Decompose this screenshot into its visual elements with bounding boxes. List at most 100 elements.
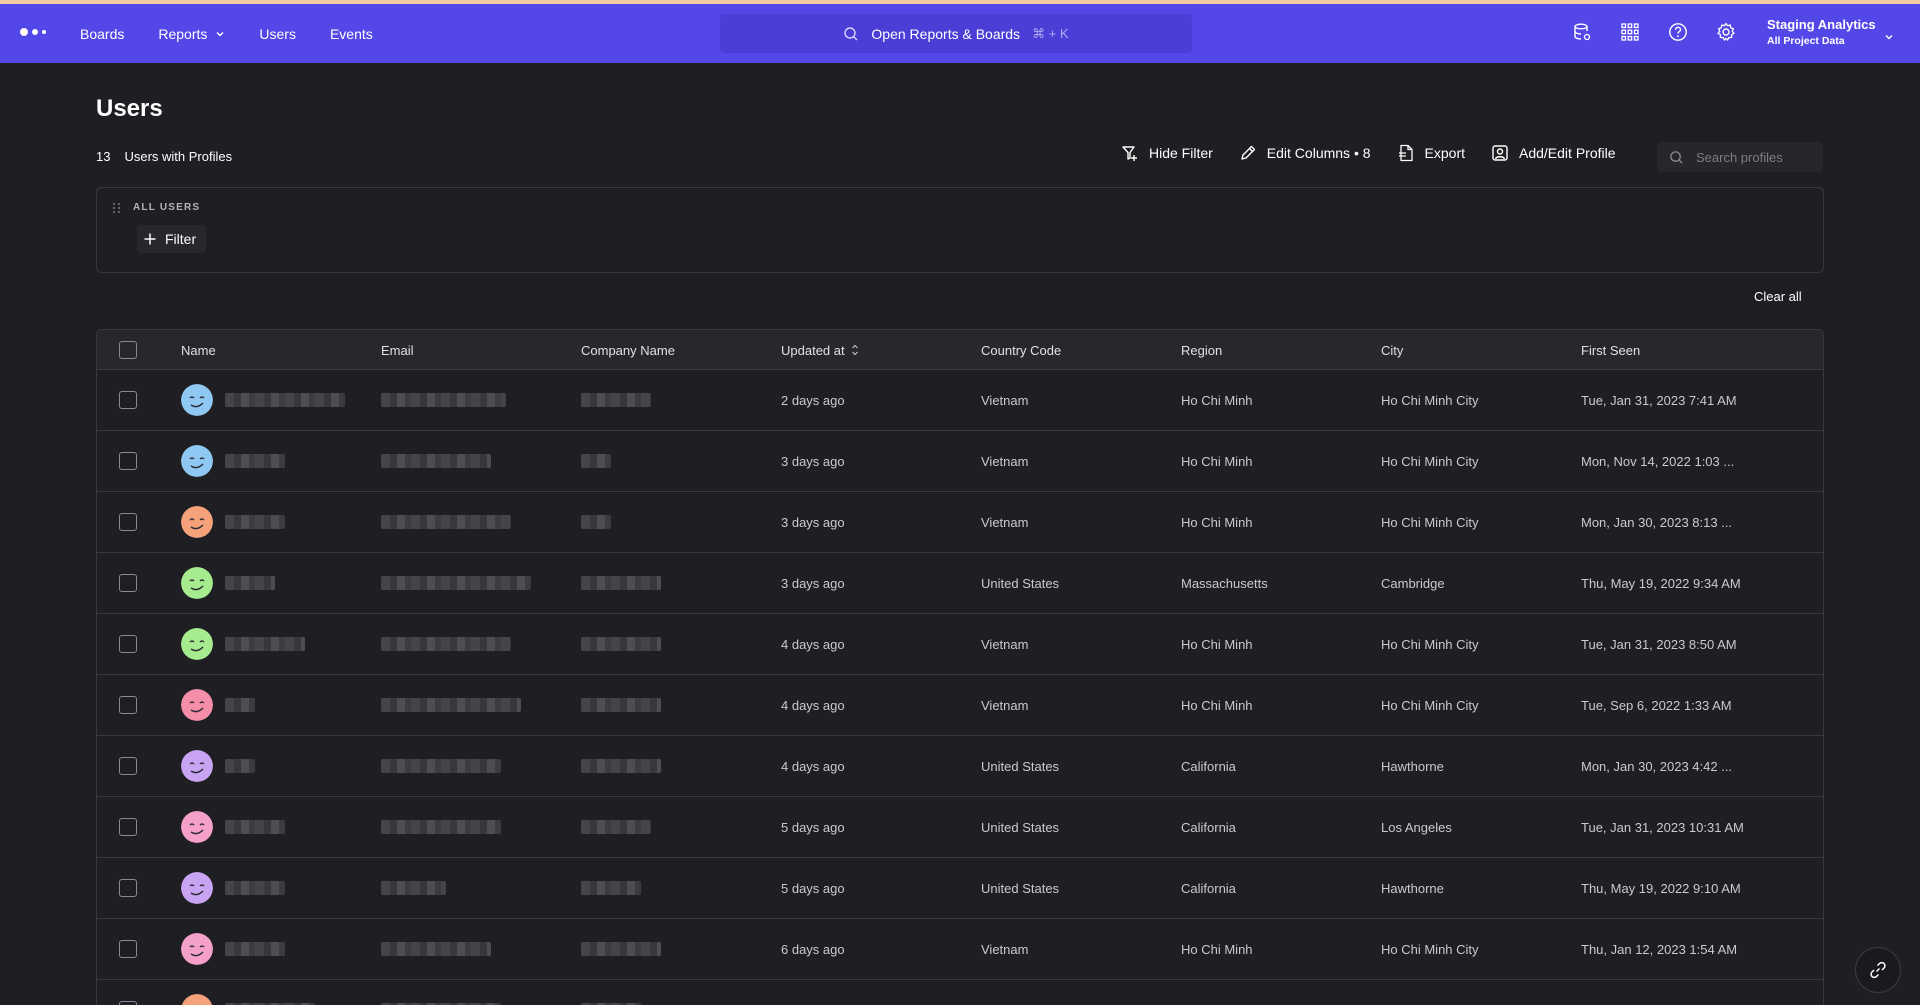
country-code-cell: Vietnam bbox=[981, 392, 1029, 408]
redacted-company bbox=[581, 637, 661, 651]
edit-columns-button[interactable]: Edit Columns • 8 bbox=[1239, 144, 1371, 162]
first-seen-cell: Tue, Jan 31, 2023 10:31 AM bbox=[1581, 819, 1744, 835]
column-header-country-code[interactable]: Country Code bbox=[981, 330, 1061, 370]
table-row[interactable]: 4 days ago Vietnam Ho Chi Minh Ho Chi Mi… bbox=[97, 614, 1823, 675]
avatar-icon bbox=[181, 750, 213, 782]
avatar-icon bbox=[181, 567, 213, 599]
table-row[interactable]: 3 days ago Vietnam Ho Chi Minh Ho Chi Mi… bbox=[97, 492, 1823, 553]
email-cell bbox=[381, 736, 501, 796]
column-header-email[interactable]: Email bbox=[381, 330, 414, 370]
table-row[interactable]: 3 days ago Vietnam Ho Chi Minh Ho Chi Mi… bbox=[97, 431, 1823, 492]
hide-filter-button[interactable]: Hide Filter bbox=[1121, 144, 1213, 162]
column-header-name[interactable]: Name bbox=[181, 330, 216, 370]
column-header-first-seen[interactable]: First Seen bbox=[1581, 330, 1640, 370]
nav-item-boards[interactable]: Boards bbox=[80, 26, 124, 42]
select-all-checkbox[interactable] bbox=[119, 341, 137, 359]
table-row[interactable]: 4 days ago Vietnam Ho Chi Minh Ho Chi Mi… bbox=[97, 675, 1823, 736]
avatar-icon bbox=[181, 689, 213, 721]
email-cell bbox=[381, 919, 491, 979]
column-header-updated-at[interactable]: Updated at bbox=[781, 330, 859, 370]
row-checkbox[interactable] bbox=[119, 574, 137, 592]
share-link-button[interactable] bbox=[1855, 947, 1901, 993]
city-cell: Ho Chi Minh City bbox=[1381, 636, 1479, 652]
table-row[interactable]: 5 days ago United States California Hawt… bbox=[97, 858, 1823, 919]
company-cell bbox=[581, 614, 661, 674]
database-settings-icon[interactable] bbox=[1570, 20, 1594, 44]
table-row[interactable]: 2 days ago Vietnam Ho Chi Minh Ho Chi Mi… bbox=[97, 370, 1823, 431]
redacted-name bbox=[225, 454, 285, 468]
row-checkbox-cell bbox=[119, 797, 137, 857]
country-code-cell: Vietnam bbox=[981, 514, 1029, 530]
row-checkbox-cell bbox=[119, 858, 137, 918]
table-row[interactable]: 4 days ago United States California Hawt… bbox=[97, 736, 1823, 797]
table-row[interactable]: 6 days ago Vietnam Ho Chi Minh Ho Chi Mi… bbox=[97, 919, 1823, 980]
column-header-company-name[interactable]: Company Name bbox=[581, 330, 675, 370]
column-header-city[interactable]: City bbox=[1381, 330, 1403, 370]
drag-handle-icon[interactable] bbox=[113, 203, 121, 213]
table-row[interactable]: 3 days ago United States Massachusetts C… bbox=[97, 553, 1823, 614]
avatar-icon bbox=[181, 384, 213, 416]
chevron-down-icon[interactable] bbox=[1884, 32, 1894, 42]
row-checkbox[interactable] bbox=[119, 818, 137, 836]
company-cell bbox=[581, 675, 661, 735]
row-checkbox-cell bbox=[119, 553, 137, 613]
region-cell: Massachusetts bbox=[1181, 575, 1268, 591]
name-cell bbox=[181, 370, 345, 430]
company-cell bbox=[581, 736, 661, 796]
profile-search-input[interactable] bbox=[1696, 149, 1816, 165]
row-checkbox[interactable] bbox=[119, 635, 137, 653]
redacted-name bbox=[225, 393, 345, 407]
email-cell bbox=[381, 797, 501, 857]
help-icon[interactable] bbox=[1666, 20, 1690, 44]
email-cell bbox=[381, 492, 511, 552]
name-cell bbox=[181, 614, 305, 674]
row-checkbox[interactable] bbox=[119, 757, 137, 775]
region-cell: Ho Chi Minh bbox=[1181, 453, 1253, 469]
redacted-email bbox=[381, 454, 491, 468]
row-checkbox[interactable] bbox=[119, 513, 137, 531]
clear-all-button[interactable]: Clear all bbox=[1754, 289, 1802, 304]
global-search-bar[interactable]: Open Reports & Boards ⌘ + K bbox=[720, 14, 1192, 53]
table-row[interactable]: 5 days ago United States California Los … bbox=[97, 797, 1823, 858]
add-edit-profile-button[interactable]: Add/Edit Profile bbox=[1491, 144, 1616, 162]
nav-item-reports[interactable]: Reports bbox=[158, 26, 225, 42]
email-cell bbox=[381, 370, 506, 430]
email-cell bbox=[381, 980, 501, 1005]
first-seen-cell: Tue, Sep 6, 2022 1:33 AM bbox=[1581, 697, 1732, 713]
plus-icon bbox=[144, 233, 156, 245]
company-cell bbox=[581, 980, 641, 1005]
app-logo[interactable] bbox=[20, 28, 46, 36]
region-cell: Ho Chi Minh bbox=[1181, 514, 1253, 530]
settings-icon[interactable] bbox=[1714, 20, 1738, 44]
updated-at-cell: 5 days ago bbox=[781, 819, 845, 835]
company-cell bbox=[581, 431, 611, 491]
row-checkbox[interactable] bbox=[119, 1001, 137, 1005]
row-checkbox[interactable] bbox=[119, 452, 137, 470]
first-seen-cell: Tue, Jan 31, 2023 7:41 AM bbox=[1581, 392, 1737, 408]
nav-item-users[interactable]: Users bbox=[259, 26, 296, 42]
project-selector[interactable]: Staging Analytics All Project Data bbox=[1767, 17, 1876, 47]
project-scope: All Project Data bbox=[1767, 35, 1845, 47]
redacted-name bbox=[225, 515, 285, 529]
nav-item-events[interactable]: Events bbox=[330, 26, 373, 42]
column-header-region[interactable]: Region bbox=[1181, 330, 1222, 370]
row-checkbox[interactable] bbox=[119, 879, 137, 897]
company-cell bbox=[581, 370, 651, 430]
profile-count: 13 bbox=[96, 149, 111, 164]
apps-grid-icon[interactable] bbox=[1618, 20, 1642, 44]
email-cell bbox=[381, 675, 521, 735]
table-row[interactable] bbox=[97, 980, 1823, 1005]
region-cell: California bbox=[1181, 819, 1236, 835]
row-checkbox-cell bbox=[119, 431, 137, 491]
row-checkbox[interactable] bbox=[119, 391, 137, 409]
add-filter-button[interactable]: Filter bbox=[137, 225, 207, 253]
updated-at-cell: 3 days ago bbox=[781, 514, 845, 530]
first-seen-cell: Tue, Jan 31, 2023 8:50 AM bbox=[1581, 636, 1737, 652]
export-button[interactable]: Export bbox=[1397, 144, 1465, 162]
company-cell bbox=[581, 919, 661, 979]
row-checkbox[interactable] bbox=[119, 940, 137, 958]
row-checkbox[interactable] bbox=[119, 696, 137, 714]
name-cell bbox=[181, 492, 285, 552]
redacted-company bbox=[581, 698, 661, 712]
redacted-company bbox=[581, 820, 651, 834]
